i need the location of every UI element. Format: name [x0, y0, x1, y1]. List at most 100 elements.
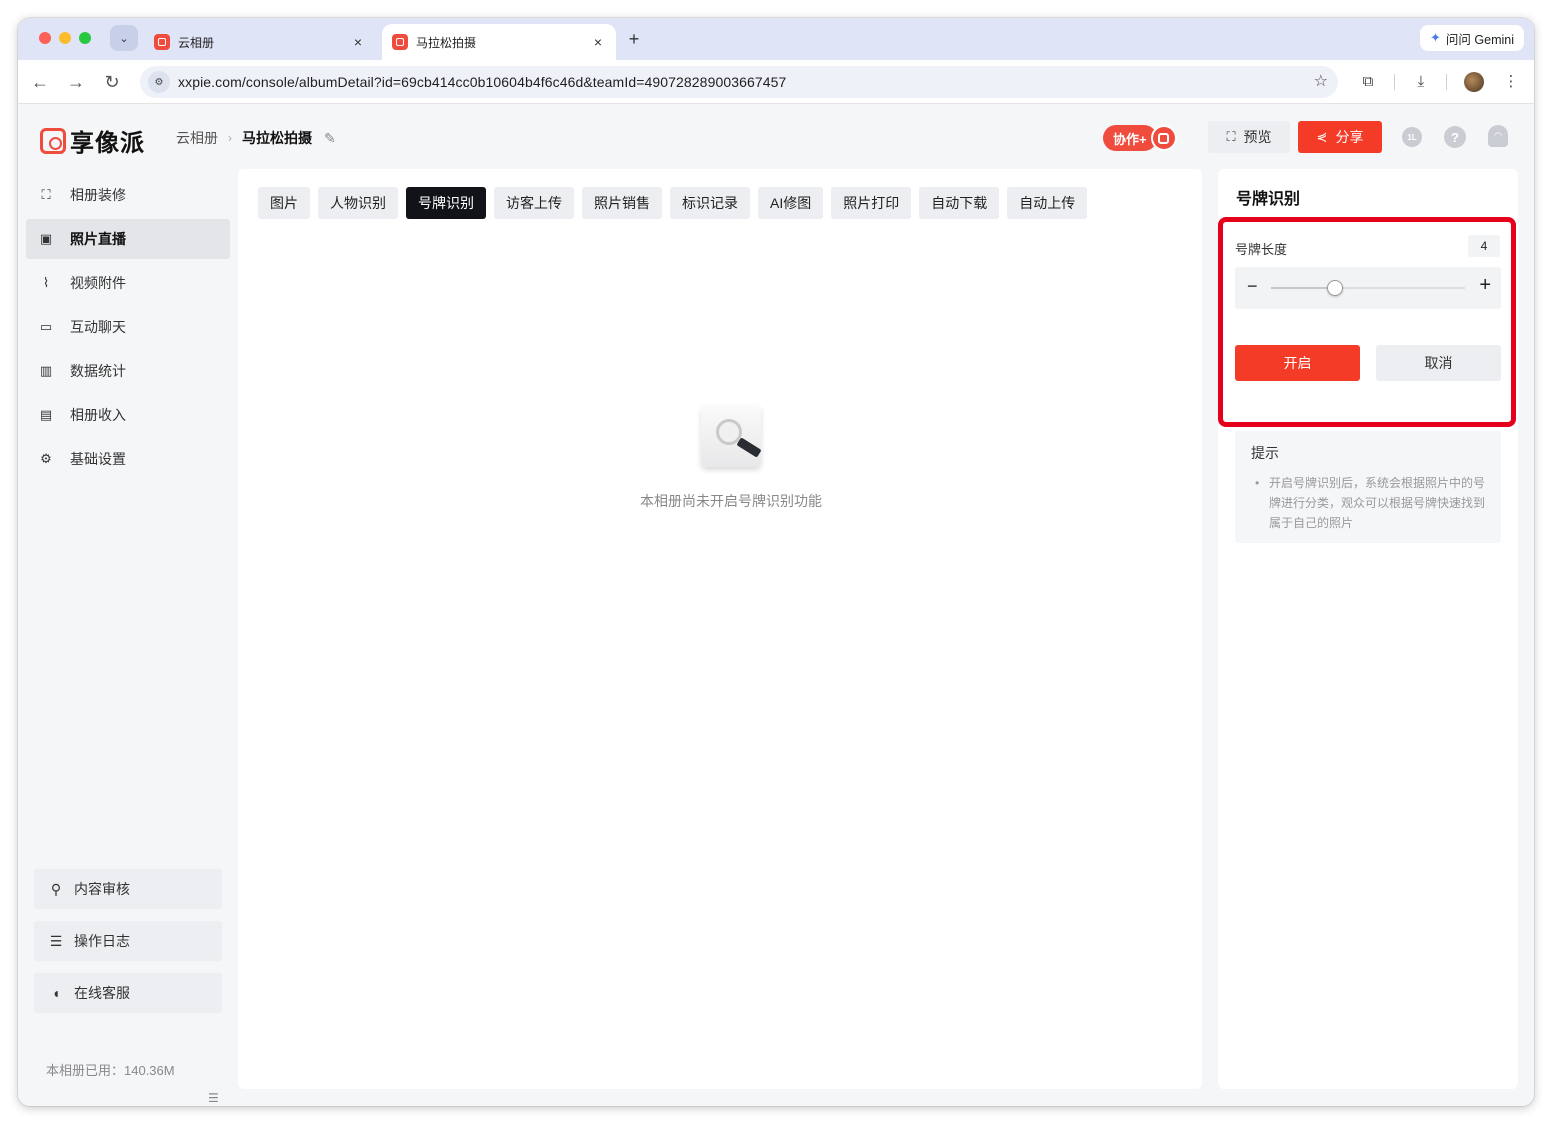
- tab-close-icon[interactable]: ×: [590, 34, 606, 50]
- sidebar-item-label: 视频附件: [70, 275, 126, 291]
- gemini-button[interactable]: ✦ 问问 Gemini: [1420, 25, 1524, 51]
- back-arrow-icon[interactable]: ←: [28, 70, 52, 94]
- tab-ai-retouch[interactable]: AI修图: [758, 187, 824, 219]
- browser-tab-cloud-album[interactable]: 云相册 ×: [144, 24, 376, 60]
- bib-settings-panel: 号牌识别 号牌长度 4 − + 开启 取消 提示 开启号牌识别后，系统会根据照片…: [1218, 169, 1518, 1089]
- breadcrumb-cloud-album[interactable]: 云相册: [176, 128, 218, 148]
- plus-icon[interactable]: +: [1479, 274, 1491, 297]
- sidebar-item-settings[interactable]: ⚙ 基础设置: [26, 439, 230, 479]
- operation-log-label: 操作日志: [74, 933, 130, 949]
- sidebar-item-label: 相册装修: [70, 187, 126, 203]
- share-label: 分享: [1335, 129, 1364, 145]
- browser-window: ⌄ 云相册 × 马拉松拍摄 × + ✦ 问问 Gemini ← → ↻ ⚙ xx…: [18, 18, 1534, 1106]
- minus-icon[interactable]: −: [1247, 276, 1258, 297]
- edit-icon[interactable]: ✎: [324, 130, 336, 147]
- breadcrumb: 云相册 › 马拉松拍摄 ✎: [176, 128, 336, 148]
- content-review-label: 内容审核: [74, 881, 130, 897]
- chevron-down-icon: ⌄: [119, 32, 129, 45]
- share-icon: ⋞: [1316, 129, 1328, 144]
- content-review-button[interactable]: ⚲ 内容审核: [34, 869, 222, 909]
- storage-usage: 本相册已用：140.36M: [46, 1063, 175, 1078]
- url-text[interactable]: xxpie.com/console/albumDetail?id=69cb414…: [178, 74, 786, 90]
- tab-auto-upload[interactable]: 自动上传: [1007, 187, 1088, 219]
- sidebar: ⛶ 相册装修 ▣ 照片直播 ⌇ 视频附件 ▭ 互动聊天 ▥ 数据统计 ▤ 相册收…: [18, 169, 238, 1106]
- empty-state: 本相册尚未开启号牌识别功能: [238, 405, 1224, 511]
- tab-mark-records[interactable]: 标识记录: [670, 187, 750, 219]
- panel-title: 号牌识别: [1236, 191, 1301, 208]
- cancel-button[interactable]: 取消: [1376, 345, 1501, 381]
- reload-icon[interactable]: ↻: [100, 70, 124, 94]
- help-icon[interactable]: ?: [1444, 126, 1466, 148]
- sidebar-item-chat[interactable]: ▭ 互动聊天: [26, 307, 230, 347]
- online-support-label: 在线客服: [74, 985, 130, 1001]
- tab-strip: ⌄ 云相册 × 马拉松拍摄 × + ✦ 问问 Gemini: [18, 18, 1534, 60]
- app-header: 享像派 云相册 › 马拉松拍摄 ✎ 协作+ ⛶ 预览 ⋞ 分享 1L ? ◠: [18, 105, 1534, 169]
- tab-face-recognition[interactable]: 人物识别: [318, 187, 398, 219]
- slider-fill: [1271, 287, 1336, 289]
- close-window-button[interactable]: [39, 32, 51, 44]
- tab-bib-recognition[interactable]: 号牌识别: [406, 187, 486, 219]
- scan-icon: ⛶: [1226, 129, 1236, 144]
- tab-photo-print[interactable]: 照片打印: [831, 187, 912, 219]
- enable-button[interactable]: 开启: [1235, 345, 1360, 381]
- toolbar-divider: [1394, 74, 1395, 90]
- tab-search-button[interactable]: ⌄: [110, 25, 138, 51]
- tab-auto-download[interactable]: 自动下载: [919, 187, 1000, 219]
- gear-icon: ⚙: [40, 451, 52, 466]
- share-button[interactable]: ⋞ 分享: [1298, 121, 1382, 153]
- bib-length-slider: − +: [1235, 267, 1501, 309]
- tab-visitor-upload[interactable]: 访客上传: [494, 187, 574, 219]
- download-icon[interactable]: ⤓: [1409, 70, 1433, 94]
- operation-log-button[interactable]: ☰ 操作日志: [34, 921, 222, 961]
- user-badge[interactable]: 1L: [1402, 127, 1422, 147]
- minimize-window-button[interactable]: [59, 32, 71, 44]
- gemini-label: 问问 Gemini: [1445, 32, 1514, 47]
- sidebar-item-album-decor[interactable]: ⛶ 相册装修: [26, 175, 230, 215]
- sidebar-item-label: 数据统计: [70, 363, 126, 379]
- stamp-icon: ⚲: [50, 880, 62, 897]
- slider-thumb[interactable]: [1327, 280, 1344, 296]
- sidebar-item-video[interactable]: ⌇ 视频附件: [26, 263, 230, 303]
- main-panel: 图片 人物识别 号牌识别 访客上传 照片销售 标识记录 AI修图 照片打印 自动…: [238, 169, 1202, 1089]
- online-support-button[interactable]: ◖ 在线客服: [34, 973, 222, 1013]
- more-menu-icon[interactable]: ⋮: [1499, 70, 1523, 94]
- sidebar-item-label: 相册收入: [70, 407, 126, 423]
- tip-title: 提示: [1251, 445, 1279, 461]
- bib-length-label: 号牌长度: [1235, 242, 1288, 257]
- sidebar-item-stats[interactable]: ▥ 数据统计: [26, 351, 230, 391]
- empty-search-icon: [701, 405, 762, 467]
- bell-icon[interactable]: ◠: [1488, 125, 1508, 147]
- tab-photos[interactable]: 图片: [258, 187, 310, 219]
- tab-close-icon[interactable]: ×: [350, 34, 366, 50]
- app-root: 享像派 云相册 › 马拉松拍摄 ✎ 协作+ ⛶ 预览 ⋞ 分享 1L ? ◠ ⛶…: [18, 105, 1534, 1106]
- new-tab-button[interactable]: +: [622, 27, 646, 51]
- preview-button[interactable]: ⛶ 预览: [1208, 121, 1290, 153]
- slider-track[interactable]: [1271, 280, 1465, 296]
- site-settings-icon[interactable]: ⚙: [148, 71, 170, 93]
- collab-label: 协作+: [1103, 125, 1157, 151]
- collab-button[interactable]: 协作+: [1103, 123, 1177, 153]
- forward-arrow-icon[interactable]: →: [64, 70, 88, 94]
- browser-tab-marathon[interactable]: 马拉松拍摄 ×: [382, 24, 616, 60]
- toolbar-divider: [1446, 74, 1447, 90]
- profile-avatar[interactable]: [1464, 72, 1484, 92]
- sidebar-item-income[interactable]: ▤ 相册收入: [26, 395, 230, 435]
- tab-title: 马拉松拍摄: [416, 35, 477, 50]
- xxpie-favicon-icon: [392, 34, 408, 50]
- logo-text: 享像派: [70, 130, 145, 157]
- collapse-sidebar-icon[interactable]: ☰: [208, 1091, 219, 1105]
- collab-logo-icon: [1150, 125, 1177, 151]
- tab-photo-sales[interactable]: 照片销售: [582, 187, 662, 219]
- maximize-window-button[interactable]: [79, 32, 91, 44]
- sidebar-item-label: 照片直播: [70, 231, 126, 247]
- feature-tabs: 图片 人物识别 号牌识别 访客上传 照片销售 标识记录 AI修图 照片打印 自动…: [258, 187, 1095, 219]
- extensions-icon[interactable]: ⧉: [1356, 70, 1380, 94]
- sidebar-item-label: 基础设置: [70, 451, 126, 467]
- bookmark-star-icon[interactable]: ☆: [1314, 71, 1328, 91]
- logo[interactable]: 享像派: [40, 123, 145, 158]
- tip-text: 开启号牌识别后，系统会根据照片中的号牌进行分类，观众可以根据号牌快速找到属于自己…: [1251, 473, 1485, 533]
- address-bar[interactable]: ⚙ xxpie.com/console/albumDetail?id=69cb4…: [140, 66, 1338, 98]
- sidebar-item-photo-live[interactable]: ▣ 照片直播: [26, 219, 230, 259]
- bib-length-value[interactable]: 4: [1468, 235, 1500, 257]
- gemini-spark-icon: ✦: [1430, 30, 1441, 45]
